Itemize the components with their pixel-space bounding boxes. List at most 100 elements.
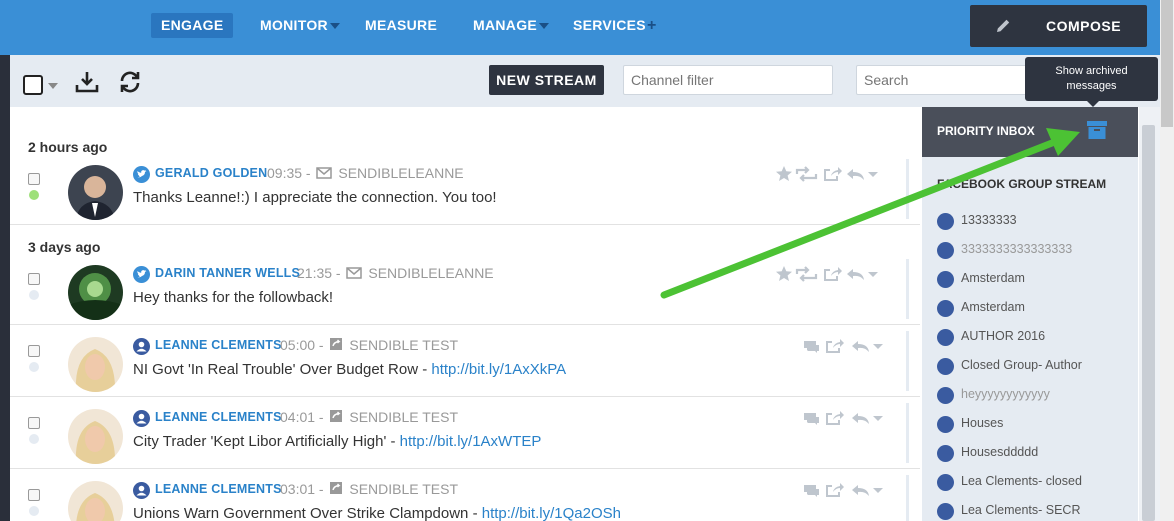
stream-item[interactable]: 13333333 (937, 211, 1137, 231)
star-icon[interactable] (776, 166, 792, 181)
reply-icon[interactable] (852, 413, 869, 424)
message-row[interactable]: GERALD GOLDEN 09:35 - SENDIBLELEANNE Tha… (10, 153, 920, 225)
stream-item[interactable]: Amsterdam (937, 298, 1137, 318)
message-checkbox[interactable] (28, 489, 40, 501)
top-navigation: ENGAGE MONITOR MEASURE MANAGE SERVICES+ … (0, 0, 1160, 55)
stream-item[interactable]: Lea Clements- SECR (937, 501, 1137, 521)
stream-label: Lea Clements- SECR (961, 503, 1081, 517)
channel-filter-input[interactable] (623, 65, 833, 95)
nav-services[interactable]: SERVICES+ (573, 13, 657, 38)
author-name[interactable]: DARIN TANNER WELLS (155, 266, 300, 280)
reply-icon[interactable] (852, 341, 869, 352)
message-row[interactable]: DARIN TANNER WELLS 21:35 - SENDIBLELEANN… (10, 253, 920, 325)
user-icon (133, 482, 150, 499)
message-text: Thanks Leanne!:) I appreciate the connec… (133, 189, 497, 206)
nav-measure[interactable]: MEASURE (365, 13, 437, 38)
message-row[interactable]: LEANNE CLEMENTS 04:01 - SENDIBLE TEST Ci… (10, 397, 920, 469)
stream-item[interactable]: AUTHOR 2016 (937, 327, 1137, 347)
compose-button[interactable]: COMPOSE (970, 5, 1147, 47)
row-divider (906, 259, 909, 319)
message-checkbox[interactable] (28, 173, 40, 185)
message-time: 04:01 - SENDIBLE TEST (280, 409, 458, 425)
user-icon (937, 474, 954, 491)
avatar[interactable] (68, 337, 123, 392)
user-icon (937, 445, 954, 462)
time-text: 05:00 - (280, 337, 324, 353)
comment-icon[interactable] (804, 413, 819, 425)
reply-icon[interactable] (847, 269, 864, 280)
new-stream-button[interactable]: NEW STREAM (489, 65, 604, 95)
stream-label: Lea Clements- closed (961, 474, 1082, 488)
refresh-icon[interactable] (117, 69, 143, 95)
user-icon (937, 213, 954, 230)
chevron-down-icon[interactable] (873, 344, 883, 349)
stream-item[interactable]: Houses (937, 414, 1137, 434)
stream-item[interactable]: Lea Clements- closed (937, 472, 1137, 492)
status-dot (29, 190, 39, 200)
priority-inbox[interactable]: PRIORITY INBOX (922, 107, 1138, 157)
author-name[interactable]: LEANNE CLEMENTS (155, 482, 282, 496)
tooltip-line-2: messages (1066, 80, 1117, 92)
avatar[interactable] (68, 481, 123, 521)
user-icon (133, 410, 150, 427)
stream-label: heyyyyyyyyyyyy (961, 387, 1050, 401)
reply-icon[interactable] (847, 169, 864, 180)
stream-item[interactable]: Housesddddd (937, 443, 1137, 463)
stream-label: Amsterdam (961, 271, 1025, 285)
avatar[interactable] (68, 165, 123, 220)
chevron-down-icon[interactable] (868, 172, 878, 177)
select-all-checkbox[interactable] (23, 75, 43, 95)
avatar[interactable] (68, 409, 123, 464)
twitter-icon (133, 266, 150, 283)
message-actions (802, 337, 897, 355)
retweet-icon[interactable] (795, 266, 818, 282)
stream-item[interactable]: Amsterdam (937, 269, 1137, 289)
message-checkbox[interactable] (28, 345, 40, 357)
chevron-down-icon[interactable] (873, 416, 883, 421)
nav-monitor-label: MONITOR (260, 17, 328, 33)
comment-icon[interactable] (804, 341, 819, 353)
nav-manage[interactable]: MANAGE (473, 13, 550, 38)
stream-item[interactable]: 3333333333333333 (937, 240, 1137, 260)
message-checkbox[interactable] (28, 417, 40, 429)
nav-measure-label: MEASURE (365, 17, 438, 33)
post-icon (330, 482, 343, 494)
star-icon[interactable] (776, 266, 792, 281)
author-name[interactable]: LEANNE CLEMENTS (155, 410, 282, 424)
message-checkbox[interactable] (28, 273, 40, 285)
nav-monitor[interactable]: MONITOR (260, 13, 340, 38)
author-name[interactable]: LEANNE CLEMENTS (155, 338, 282, 352)
message-link[interactable]: http://bit.ly/1AxWTEP (400, 433, 542, 450)
nav-engage[interactable]: ENGAGE (151, 13, 234, 38)
user-icon (937, 358, 954, 375)
user-icon (937, 416, 954, 433)
time-text: 03:01 - (280, 481, 324, 497)
stream-item[interactable]: Closed Group- Author (937, 356, 1137, 376)
status-dot (29, 362, 39, 372)
stream-label: 13333333 (961, 213, 1017, 227)
author-name[interactable]: GERALD GOLDEN (155, 166, 267, 180)
message-link[interactable]: http://bit.ly/1AxXkPA (431, 361, 566, 378)
panel-scrollbar[interactable] (1142, 125, 1155, 521)
message-actions (775, 165, 895, 183)
stream-label: Amsterdam (961, 300, 1025, 314)
chevron-down-icon (329, 23, 340, 30)
chevron-down-icon[interactable] (48, 83, 58, 89)
message-link[interactable]: http://bit.ly/1Qa2OSh (482, 505, 621, 521)
chevron-down-icon[interactable] (873, 488, 883, 493)
message-row[interactable]: LEANNE CLEMENTS 03:01 - SENDIBLE TEST Un… (10, 469, 920, 521)
page-scrollbar[interactable] (1161, 0, 1173, 127)
download-icon[interactable] (74, 69, 100, 95)
comment-icon[interactable] (804, 485, 819, 497)
stream-item[interactable]: heyyyyyyyyyyyy (937, 385, 1137, 405)
time-text: 21:35 - (297, 265, 341, 281)
archive-icon[interactable] (1086, 120, 1108, 140)
chevron-down-icon[interactable] (868, 272, 878, 277)
time-text: 09:35 - (267, 165, 311, 181)
left-sidebar-edge (0, 55, 10, 521)
avatar[interactable] (68, 265, 123, 320)
reply-icon[interactable] (852, 485, 869, 496)
stream-label: Houses (961, 416, 1004, 430)
message-row[interactable]: LEANNE CLEMENTS 05:00 - SENDIBLE TEST NI… (10, 325, 920, 397)
retweet-icon[interactable] (795, 166, 818, 182)
